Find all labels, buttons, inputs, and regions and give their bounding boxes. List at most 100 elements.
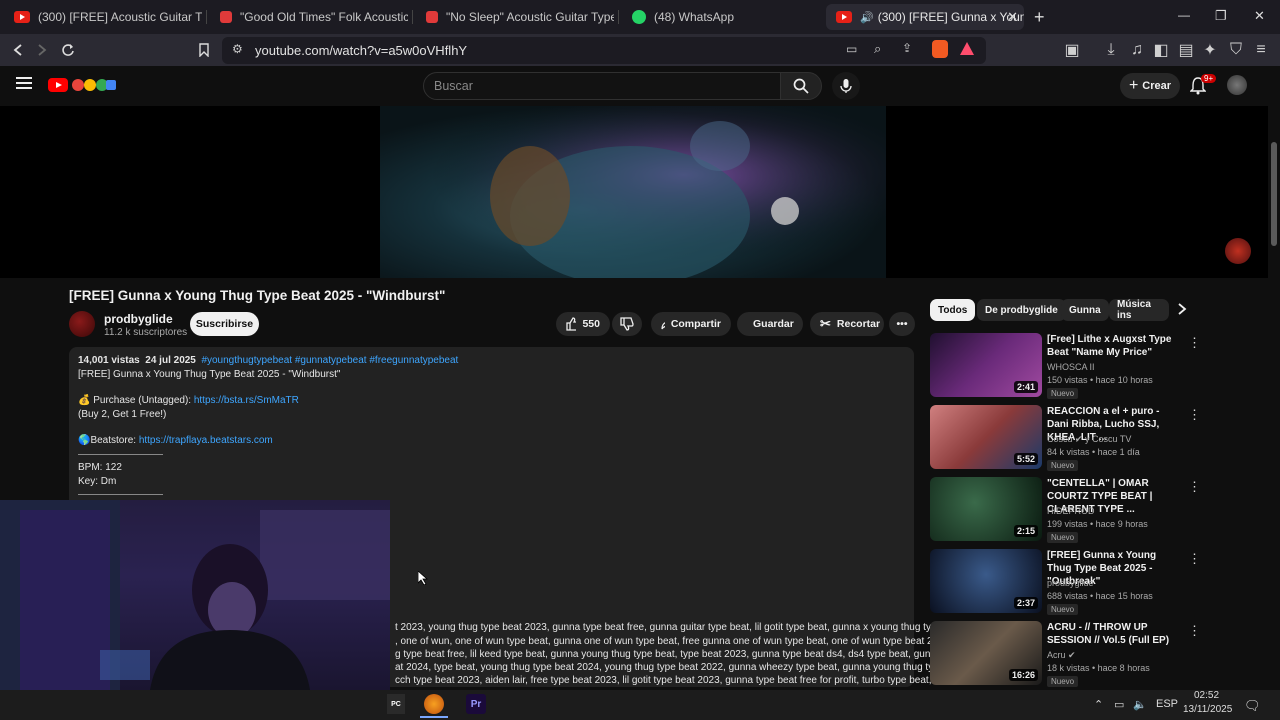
clip-button[interactable]: ✂ Recortar: [810, 312, 884, 336]
address-bar[interactable]: ⚙ youtube.com/watch?v=a5w0oVHflhY ▭ ⌕ ⇪: [222, 37, 986, 64]
maximize-button[interactable]: ❐: [1215, 8, 1227, 24]
more-options-icon[interactable]: ⋮: [1188, 479, 1201, 495]
recommended-video[interactable]: 16:26 ACRU - // THROW UP SESSION // Vol.…: [930, 621, 1201, 687]
hashtags[interactable]: #youngthugtypebeat #gunnatypebeat #freeg…: [201, 355, 458, 366]
clock-date[interactable]: 13/11/2025: [1183, 704, 1232, 715]
channel-name[interactable]: prodbyglide: [1047, 578, 1094, 588]
beatstore-link[interactable]: https://trapflaya.beatstars.com: [139, 435, 273, 446]
recommended-video[interactable]: 2:41 [Free] Lithe x Augxst Type Beat "Na…: [930, 333, 1201, 399]
bookmark-icon[interactable]: [194, 40, 214, 60]
browser-tab[interactable]: (300) [FREE] Acoustic Guitar Type Beat: [4, 4, 202, 30]
video-title[interactable]: ACRU - // THROW UP SESSION // Vol.5 (Ful…: [1047, 621, 1182, 647]
video-player[interactable]: [0, 106, 1268, 278]
media-icon[interactable]: ♫: [1127, 40, 1147, 60]
zoom-icon[interactable]: ⌕: [874, 41, 881, 57]
more-options-icon[interactable]: ⋮: [1188, 335, 1201, 351]
sidebar-panel-icon[interactable]: ▣: [1062, 40, 1082, 60]
more-options-icon[interactable]: ⋮: [1188, 623, 1201, 639]
new-tab-button[interactable]: +: [1034, 7, 1045, 28]
share-icon[interactable]: ⇪: [902, 41, 912, 55]
cast-icon[interactable]: ▭: [846, 42, 857, 56]
divider: [78, 454, 163, 455]
reload-icon[interactable]: [58, 40, 78, 60]
search-button[interactable]: [780, 72, 822, 100]
volume-icon[interactable]: 🔈: [1133, 698, 1147, 711]
chevron-right-icon[interactable]: [1176, 302, 1188, 321]
recommended-video[interactable]: 2:37 [FREE] Gunna x Young Thug Type Beat…: [930, 549, 1201, 615]
scrollbar-thumb[interactable]: [1271, 142, 1277, 246]
tags-line: g type beat free, lil keed type beat, gu…: [395, 649, 942, 660]
chip-all[interactable]: Todos: [930, 299, 976, 321]
forward-icon[interactable]: [32, 40, 52, 60]
video-thumbnail[interactable]: 2:15: [930, 477, 1042, 541]
channel-name[interactable]: Coscu ✔ y Coscu TV: [1047, 434, 1131, 445]
channel-avatar[interactable]: [69, 311, 95, 337]
search-input[interactable]: Buscar: [423, 72, 781, 100]
leo-ai-icon[interactable]: ✦: [1200, 40, 1220, 60]
like-button[interactable]: 550: [556, 312, 610, 336]
fl-studio-icon[interactable]: [424, 694, 444, 714]
brave-shield-icon[interactable]: [932, 40, 948, 58]
channel-name[interactable]: WHOSCA II: [1047, 362, 1095, 372]
tags-line: , one of wun, one of wun type beat, gunn…: [395, 636, 953, 647]
notification-center-icon[interactable]: 🗨: [1244, 698, 1261, 714]
video-frame[interactable]: [380, 106, 886, 278]
more-actions-button[interactable]: •••: [889, 312, 915, 336]
voice-search-button[interactable]: [832, 72, 860, 100]
chevron-up-icon[interactable]: ⌃: [1094, 698, 1103, 711]
notification-badge: 9+: [1201, 74, 1217, 83]
recommended-video[interactable]: 5:52 REACCION a el + puro - Dani Ribba, …: [930, 405, 1201, 471]
video-thumbnail[interactable]: 5:52: [930, 405, 1042, 469]
avatar[interactable]: [1227, 75, 1247, 95]
chip-music[interactable]: Música ins: [1109, 299, 1169, 321]
minimize-button[interactable]: —: [1178, 8, 1190, 22]
language-indicator[interactable]: ESP: [1156, 698, 1178, 710]
purchase-link[interactable]: https://bsta.rs/SmMaTR: [194, 395, 299, 406]
channel-name[interactable]: prodbyglide: [104, 312, 173, 326]
clock-time[interactable]: 02:52: [1194, 690, 1219, 701]
youtube-icon: [836, 11, 852, 23]
more-options-icon[interactable]: ⋮: [1188, 407, 1201, 423]
download-icon[interactable]: ⤓: [1101, 40, 1121, 60]
create-button[interactable]: + Crear: [1120, 73, 1180, 99]
close-window-button[interactable]: ✕: [1254, 8, 1265, 24]
network-icon[interactable]: ▭: [1114, 698, 1124, 711]
back-icon[interactable]: [8, 40, 28, 60]
browser-tab[interactable]: "Good Old Times" Folk Acoustic Guita: [210, 4, 408, 30]
save-button[interactable]: Guardar: [737, 312, 803, 336]
hamburger-icon[interactable]: [16, 76, 32, 95]
sidebar-toggle-icon[interactable]: ◧: [1151, 40, 1171, 60]
brave-rewards-icon[interactable]: [960, 42, 974, 55]
page-scrollbar[interactable]: [1268, 66, 1280, 690]
video-thumbnail[interactable]: 2:41: [930, 333, 1042, 397]
description-title-line: [FREE] Gunna x Young Thug Type Beat 2025…: [78, 369, 341, 380]
subscribe-button[interactable]: Suscribirse: [190, 312, 259, 336]
vpn-icon[interactable]: ⛉: [1226, 40, 1246, 60]
browser-tab[interactable]: (48) WhatsApp: [622, 4, 820, 30]
taskbar-app-icon[interactable]: PC: [387, 694, 405, 714]
site-info-icon[interactable]: ⚙: [232, 42, 243, 56]
more-options-icon[interactable]: ⋮: [1188, 551, 1201, 567]
channel-watermark[interactable]: [1225, 238, 1251, 264]
thumbs-down-icon: [620, 317, 634, 331]
video-thumbnail[interactable]: 2:37: [930, 549, 1042, 613]
chip-from-channel[interactable]: De prodbyglide: [977, 299, 1066, 321]
video-thumbnail[interactable]: 16:26: [930, 621, 1042, 685]
menu-icon[interactable]: ≡: [1251, 40, 1271, 60]
premiere-pro-icon[interactable]: Pr: [466, 694, 486, 714]
share-button[interactable]: Compartir: [651, 312, 731, 336]
dislike-button[interactable]: [612, 312, 642, 336]
wallet-icon[interactable]: ▤: [1176, 40, 1196, 60]
youtube-logo[interactable]: [48, 76, 116, 94]
chip-gunna[interactable]: Gunna: [1061, 299, 1109, 321]
channel-name[interactable]: HIDEPROD: [1047, 506, 1095, 516]
mic-icon: [840, 79, 852, 93]
channel-name[interactable]: Acru ✔: [1047, 650, 1076, 661]
close-tab-icon[interactable]: ✕: [1007, 9, 1018, 25]
key-line: Key: Dm: [78, 476, 117, 487]
recommended-video[interactable]: 2:15 "CENTELLA" | OMAR COURTZ TYPE BEAT …: [930, 477, 1201, 543]
browser-tab[interactable]: "No Sleep" Acoustic Guitar Type Beat: [416, 4, 614, 30]
browser-tab-active[interactable]: 🔊 (300) [FREE] Gunna x Young Th ✕: [826, 4, 1024, 30]
url-text[interactable]: youtube.com/watch?v=a5w0oVHflhY: [255, 43, 467, 58]
video-title[interactable]: [Free] Lithe x Augxst Type Beat "Name My…: [1047, 333, 1182, 359]
